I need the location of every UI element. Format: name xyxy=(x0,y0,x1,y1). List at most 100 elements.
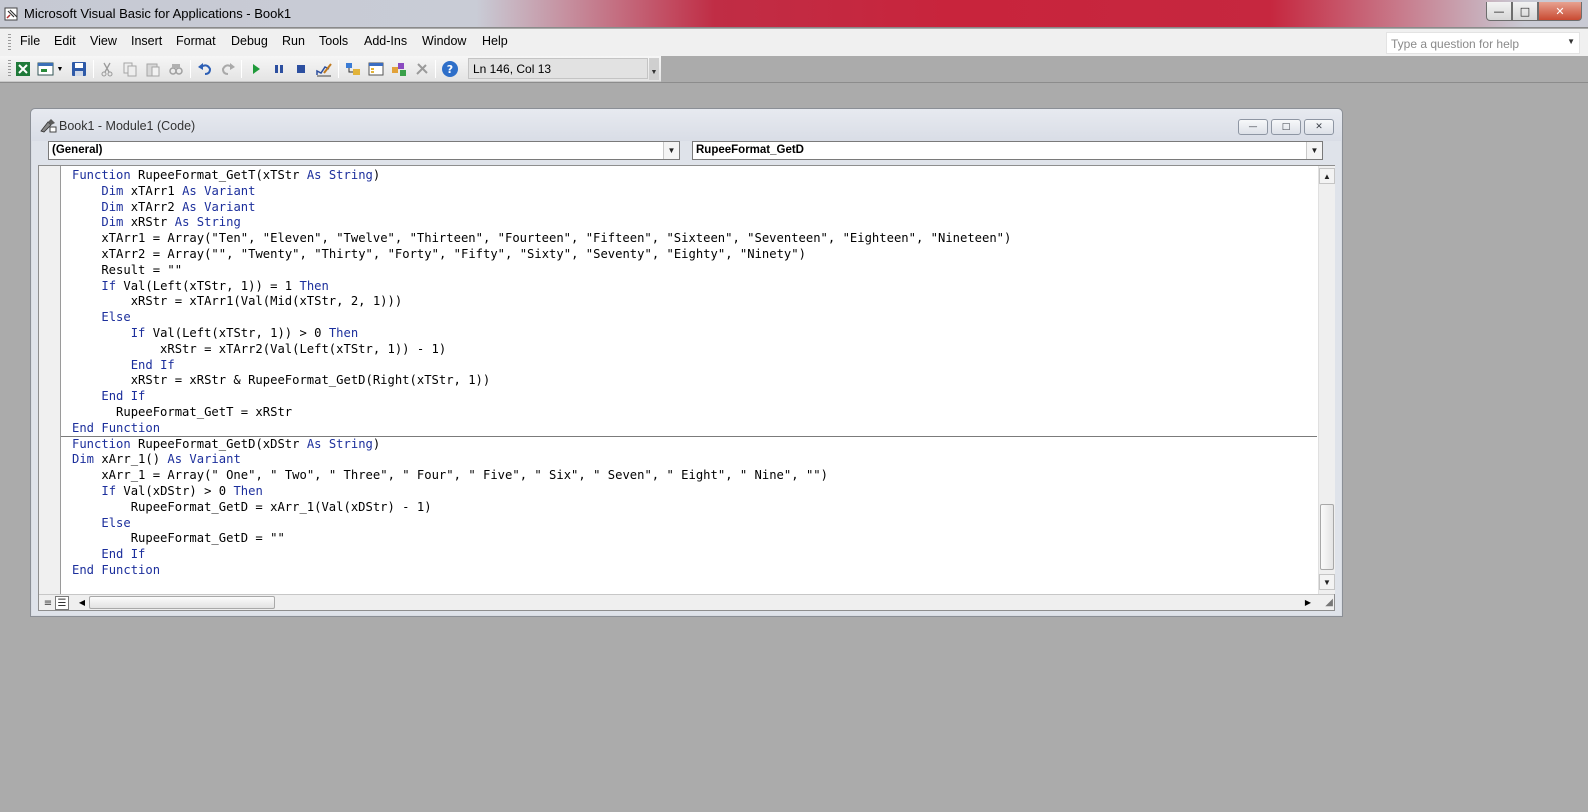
menu-bar-grip[interactable] xyxy=(8,34,11,52)
code-keyword: If xyxy=(130,547,146,562)
code-line[interactable]: End If xyxy=(72,547,1317,563)
object-browser-icon[interactable] xyxy=(390,60,408,78)
excel-view-icon[interactable] xyxy=(14,60,32,78)
scroll-right-icon[interactable]: ▶ xyxy=(1301,595,1315,610)
design-mode-icon[interactable] xyxy=(315,60,333,78)
chevron-down-icon[interactable]: ▼ xyxy=(1306,142,1322,159)
chevron-down-icon[interactable]: ▼ xyxy=(1567,37,1575,46)
restore-icon: □ xyxy=(1281,122,1291,132)
code-line[interactable]: xRStr = xTArr1(Val(Mid(xTStr, 2, 1))) xyxy=(72,294,1317,310)
code-line[interactable]: RupeeFormat_GetD = xArr_1(Val(xDStr) - 1… xyxy=(72,500,1317,516)
menu-file[interactable]: File xyxy=(20,34,40,48)
code-line[interactable]: Dim xTArr1 As Variant xyxy=(72,184,1317,200)
code-window-title-bar[interactable]: Book1 - Module1 (Code) — □ ✕ xyxy=(31,109,1342,141)
chevron-down-icon[interactable]: ▼ xyxy=(663,142,679,159)
code-line[interactable]: Function RupeeFormat_GetD(xDStr As Strin… xyxy=(72,437,1317,453)
scroll-left-icon[interactable]: ◀ xyxy=(75,595,89,610)
close-button[interactable]: ✕ xyxy=(1538,2,1582,21)
project-explorer-icon[interactable] xyxy=(344,60,362,78)
find-icon[interactable] xyxy=(167,60,185,78)
redo-icon[interactable] xyxy=(219,60,237,78)
menu-insert[interactable]: Insert xyxy=(131,34,162,48)
code-line[interactable]: Function RupeeFormat_GetT(xTStr As Strin… xyxy=(72,168,1317,184)
code-line[interactable]: Else xyxy=(72,516,1317,532)
menu-window[interactable]: Window xyxy=(422,34,466,48)
paste-icon[interactable] xyxy=(144,60,162,78)
procedure-view-icon[interactable]: ≡ xyxy=(41,596,55,610)
code-line[interactable]: RupeeFormat_GetT = xRStr xyxy=(72,405,1317,421)
code-line[interactable]: Result = "" xyxy=(72,263,1317,279)
full-module-view-icon[interactable]: ☰ xyxy=(55,596,69,610)
code-line[interactable]: Dim xArr_1() As Variant xyxy=(72,452,1317,468)
resize-grip-icon[interactable]: ◢ xyxy=(1319,597,1333,609)
code-window-minimize-button[interactable]: — xyxy=(1238,119,1268,135)
reset-icon[interactable] xyxy=(292,60,310,78)
code-line[interactable]: xArr_1 = Array(" One", " Two", " Three",… xyxy=(72,468,1317,484)
scroll-down-icon[interactable]: ▼ xyxy=(1319,574,1335,590)
code-text-area[interactable]: Function RupeeFormat_GetT(xTStr As Strin… xyxy=(72,168,1317,592)
minimize-icon: — xyxy=(1248,122,1258,132)
code-line[interactable]: If Val(Left(xTStr, 1)) = 1 Then xyxy=(72,279,1317,295)
properties-window-icon[interactable] xyxy=(367,60,385,78)
undo-icon[interactable] xyxy=(196,60,214,78)
menu-add-ins[interactable]: Add-Ins xyxy=(364,34,407,48)
code-line[interactable]: Dim xTArr2 As Variant xyxy=(72,200,1317,216)
code-keyword: End xyxy=(130,357,153,372)
code-window: Book1 - Module1 (Code) — □ ✕ (General) ▼… xyxy=(30,108,1343,617)
break-icon[interactable] xyxy=(270,60,288,78)
horizontal-scroll-thumb[interactable] xyxy=(89,596,275,609)
code-window-title: Book1 - Module1 (Code) xyxy=(59,119,196,133)
run-icon[interactable] xyxy=(247,60,265,78)
code-keyword: As xyxy=(174,215,190,230)
save-icon[interactable] xyxy=(70,60,88,78)
object-dropdown[interactable]: (General) ▼ xyxy=(48,141,680,160)
code-keyword: Dim xyxy=(72,452,95,467)
code-line[interactable]: xRStr = xTArr2(Val(Left(xTStr, 1)) - 1) xyxy=(72,342,1317,358)
app-title-bar[interactable]: Microsoft Visual Basic for Applications … xyxy=(0,0,1588,28)
menu-edit[interactable]: Edit xyxy=(54,34,76,48)
code-line[interactable]: RupeeFormat_GetD = "" xyxy=(72,531,1317,547)
toolbox-icon[interactable] xyxy=(413,60,431,78)
code-keyword: End xyxy=(72,420,95,435)
code-window-close-button[interactable]: ✕ xyxy=(1304,119,1334,135)
code-line[interactable]: End If xyxy=(72,358,1317,374)
minimize-button[interactable]: — xyxy=(1486,2,1512,21)
copy-icon[interactable] xyxy=(121,60,139,78)
code-line[interactable]: If Val(Left(xTStr, 1)) > 0 Then xyxy=(72,326,1317,342)
vertical-scrollbar[interactable]: ▲ ▼ xyxy=(1318,166,1335,594)
code-line[interactable]: xTArr2 = Array("", "Twenty", "Thirty", "… xyxy=(72,247,1317,263)
dropdown-arrow-icon[interactable]: ▼ xyxy=(55,60,65,78)
menu-view[interactable]: View xyxy=(90,34,117,48)
procedure-dropdown[interactable]: RupeeFormat_GetD ▼ xyxy=(692,141,1323,160)
toolbar-grip[interactable] xyxy=(8,60,11,78)
help-search-box[interactable]: ▼ xyxy=(1386,32,1580,54)
toolbar-separator xyxy=(190,60,191,78)
help-search-input[interactable] xyxy=(1391,36,1555,52)
code-editor[interactable]: Function RupeeFormat_GetT(xTStr As Strin… xyxy=(38,165,1335,611)
cut-icon[interactable] xyxy=(98,60,116,78)
code-line[interactable]: If Val(xDStr) > 0 Then xyxy=(72,484,1317,500)
menu-help[interactable]: Help xyxy=(482,34,508,48)
maximize-button[interactable]: □ xyxy=(1512,2,1538,21)
code-line[interactable]: xRStr = xRStr & RupeeFormat_GetD(Right(x… xyxy=(72,373,1317,389)
menu-tools[interactable]: Tools xyxy=(319,34,348,48)
scroll-up-icon[interactable]: ▲ xyxy=(1319,168,1335,184)
code-line[interactable]: Else xyxy=(72,310,1317,326)
menu-format[interactable]: Format xyxy=(176,34,216,48)
menu-debug[interactable]: Debug xyxy=(231,34,268,48)
toolbar-separator xyxy=(338,60,339,78)
menu-run[interactable]: Run xyxy=(282,34,305,48)
toolbar-options-chevron-icon[interactable]: ▼ xyxy=(649,58,659,80)
code-line[interactable]: End Function xyxy=(72,563,1317,579)
code-line[interactable]: Dim xRStr As String xyxy=(72,215,1317,231)
vertical-scroll-thumb[interactable] xyxy=(1320,504,1334,570)
code-line[interactable]: End Function xyxy=(72,421,1317,437)
code-window-restore-button[interactable]: □ xyxy=(1271,119,1301,135)
insert-userform-icon[interactable] xyxy=(36,60,54,78)
help-icon[interactable]: ? xyxy=(441,60,459,78)
margin-indicator-bar[interactable] xyxy=(39,166,61,594)
code-line[interactable]: xTArr1 = Array("Ten", "Eleven", "Twelve"… xyxy=(72,231,1317,247)
close-icon: ✕ xyxy=(1315,122,1323,132)
code-keyword: Function xyxy=(101,562,161,577)
code-line[interactable]: End If xyxy=(72,389,1317,405)
